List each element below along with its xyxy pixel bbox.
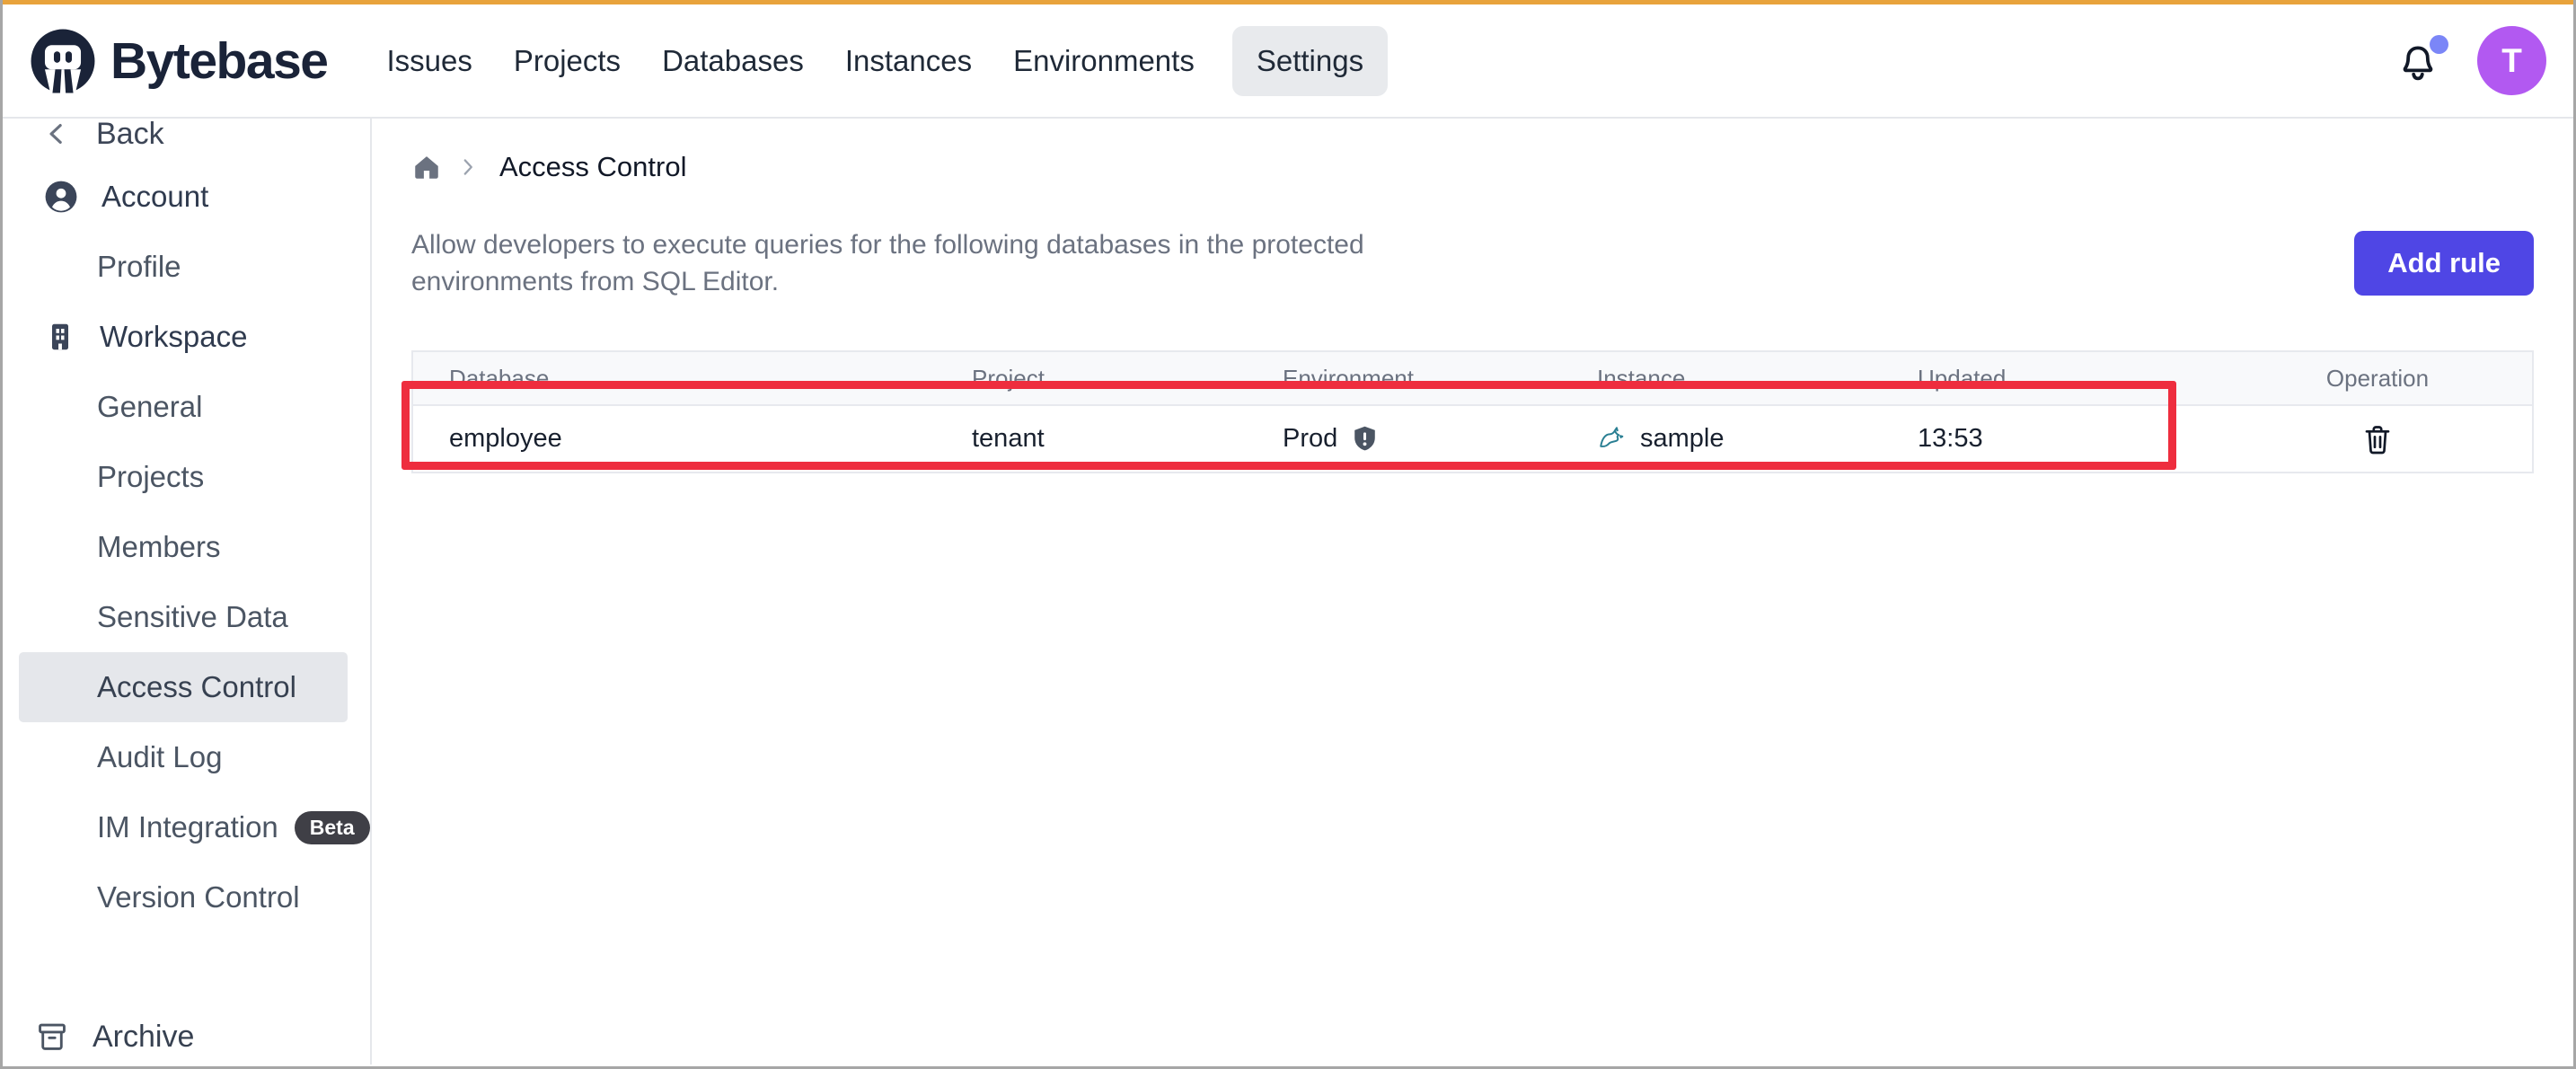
section-label-account: Account — [101, 180, 208, 214]
sidebar-item-label: Profile — [97, 250, 181, 284]
brand-wordmark: Bytebase — [110, 31, 327, 91]
nav-item-instances[interactable]: Instances — [842, 26, 975, 96]
home-icon — [411, 152, 442, 182]
brand-logo[interactable]: Bytebase — [30, 28, 327, 94]
column-header-database: Database — [413, 365, 972, 393]
add-rule-button[interactable]: Add rule — [2354, 231, 2534, 296]
sidebar-item-im-integration[interactable]: IM Integration Beta — [3, 792, 370, 862]
user-circle-icon — [44, 180, 78, 214]
sidebar-item-general[interactable]: General — [3, 372, 370, 442]
column-header-instance: Instance — [1597, 365, 1918, 393]
chevron-left-icon — [44, 120, 71, 147]
column-header-environment: Environment — [1283, 365, 1597, 393]
access-control-page: Access Control Allow developers to execu… — [372, 119, 2573, 1065]
nav-item-projects[interactable]: Projects — [510, 26, 624, 96]
cell-instance: sample — [1597, 424, 1918, 455]
instance-label: sample — [1640, 424, 1725, 454]
sidebar-item-label: IM Integration — [97, 810, 278, 844]
page-description: Allow developers to execute queries for … — [411, 226, 1372, 300]
sidebar-item-access-control[interactable]: Access Control — [19, 652, 348, 722]
trash-icon — [2361, 423, 2394, 455]
column-header-operation: Operation — [2223, 365, 2532, 393]
cell-operation — [2223, 418, 2532, 461]
sidebar-section-workspace: Workspace — [3, 302, 370, 372]
breadcrumb-current: Access Control — [499, 151, 686, 183]
shield-exclamation-icon — [1350, 424, 1380, 454]
notifications-button[interactable] — [2396, 37, 2441, 85]
sidebar-item-label: Version Control — [97, 880, 300, 914]
sidebar-item-label: Access Control — [97, 670, 296, 704]
sidebar-section-account: Account — [3, 162, 370, 232]
back-label: Back — [96, 119, 164, 152]
sidebar-item-label: Members — [97, 530, 221, 564]
nav-item-environments[interactable]: Environments — [1010, 26, 1198, 96]
nav-item-databases[interactable]: Databases — [658, 26, 807, 96]
breadcrumb-home[interactable] — [411, 152, 442, 182]
navbar-right: T — [2396, 26, 2546, 95]
nav-item-issues[interactable]: Issues — [383, 26, 475, 96]
sidebar-item-label: General — [97, 390, 202, 424]
sidebar-item-label: Sensitive Data — [97, 600, 288, 634]
beta-badge: Beta — [295, 811, 370, 844]
table-header: Database Project Environment Instance Up… — [413, 352, 2532, 406]
building-icon — [44, 321, 76, 353]
bytebase-logo-icon — [30, 28, 96, 94]
sidebar-item-audit-log[interactable]: Audit Log — [3, 722, 370, 792]
cell-project: tenant — [972, 424, 1283, 454]
cell-environment: Prod — [1283, 424, 1597, 454]
table-row: employee tenant Prod sa — [413, 406, 2532, 472]
sidebar-item-members[interactable]: Members — [3, 512, 370, 582]
breadcrumb: Access Control — [411, 146, 2534, 189]
chevron-right-icon — [456, 155, 480, 179]
sidebar-item-label: Audit Log — [97, 740, 222, 774]
sidebar-item-profile[interactable]: Profile — [3, 232, 370, 302]
avatar[interactable]: T — [2477, 26, 2546, 95]
back-button[interactable]: Back — [3, 119, 370, 162]
cell-database: employee — [413, 424, 972, 454]
archive-box-icon — [35, 1020, 69, 1054]
delete-rule-button[interactable] — [2356, 418, 2399, 461]
sidebar-item-version-control[interactable]: Version Control — [3, 862, 370, 932]
sidebar-item-projects[interactable]: Projects — [3, 442, 370, 512]
column-header-project: Project — [972, 365, 1283, 393]
access-rules-table: Database Project Environment Instance Up… — [411, 350, 2534, 473]
sidebar-item-label: Projects — [97, 460, 204, 494]
sidebar-item-sensitive-data[interactable]: Sensitive Data — [3, 582, 370, 652]
nav-item-settings[interactable]: Settings — [1232, 26, 1388, 96]
settings-sidebar: Back Account Profile Workspace — [3, 119, 372, 1065]
section-label-workspace: Workspace — [100, 320, 247, 354]
column-header-updated: Updated — [1918, 365, 2223, 393]
environment-label: Prod — [1283, 424, 1337, 454]
archive-label: Archive — [93, 1020, 194, 1055]
mysql-icon — [1597, 424, 1628, 455]
cell-updated: 13:53 — [1918, 424, 2223, 454]
notification-badge — [2430, 35, 2448, 54]
main-nav: Issues Projects Databases Instances Envi… — [383, 26, 1388, 96]
top-navbar: Bytebase Issues Projects Databases Insta… — [3, 4, 2573, 119]
sidebar-item-archive[interactable]: Archive — [3, 1002, 370, 1065]
